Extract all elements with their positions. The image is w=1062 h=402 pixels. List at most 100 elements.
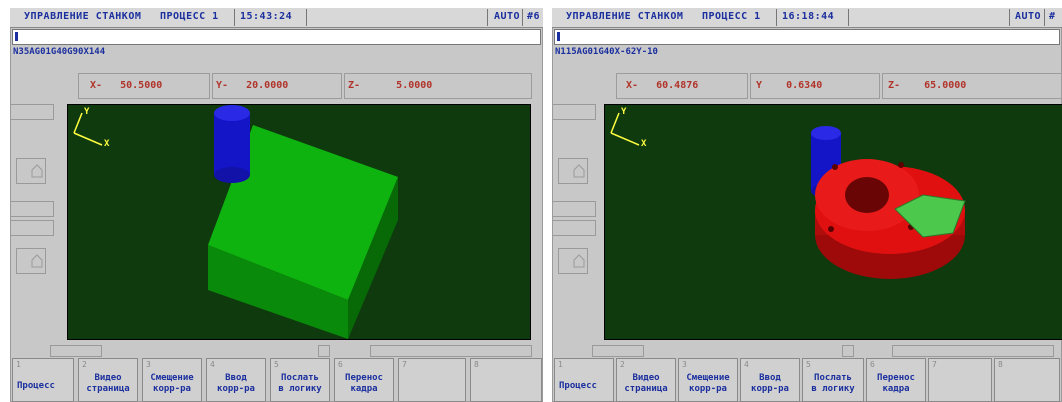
status-cell — [318, 345, 330, 357]
fkey-number: 1 — [558, 360, 563, 369]
app-title: УПРАВЛЕНИЕ СТАНКОМ — [24, 11, 142, 22]
fkey-label: Процесс — [559, 381, 597, 391]
x-coord-label: X- — [90, 80, 103, 91]
title-separator — [776, 9, 777, 26]
fkey-7[interactable]: 7 — [398, 358, 466, 402]
command-input[interactable] — [554, 29, 1060, 45]
side-button-up[interactable] — [16, 158, 46, 184]
fkey-number: 5 — [806, 360, 811, 369]
axis-x-label: X — [641, 139, 647, 149]
coordinate-readout: X- 50.5000 Y- 20.0000 Z- 5.0000 — [10, 71, 543, 101]
status-cell — [50, 345, 102, 357]
fkey-6[interactable]: 6 Перенос кадра — [334, 358, 394, 402]
title-separator — [306, 9, 307, 26]
side-button-down[interactable] — [16, 248, 46, 274]
fkey-number: 6 — [870, 360, 875, 369]
cnc-screen-left: УПРАВЛЕНИЕ СТАНКОМ ПРОЦЕСС 1 15:43:24 AU… — [10, 8, 543, 402]
command-input[interactable] — [12, 29, 541, 45]
title-separator — [848, 9, 849, 26]
title-separator — [487, 9, 488, 26]
app-title: УПРАВЛЕНИЕ СТАНКОМ — [566, 11, 684, 22]
fkey-number: 7 — [402, 360, 407, 369]
fkey-5[interactable]: 5 Послать в логику — [802, 358, 864, 402]
red-workpiece — [815, 159, 966, 279]
x-coord-value: 60.4876 — [656, 80, 699, 91]
axis-x-label: X — [104, 139, 110, 149]
status-cell — [892, 345, 1054, 357]
3d-viewport[interactable]: Y X — [604, 104, 1062, 340]
fkey-number: 6 — [338, 360, 343, 369]
fkey-3[interactable]: 3 Смещение корр-ра — [678, 358, 738, 402]
fkey-3[interactable]: 3 Смещение корр-ра — [142, 358, 202, 402]
side-tab[interactable] — [10, 104, 54, 120]
title-bar: УПРАВЛЕНИЕ СТАНКОМ ПРОЦЕСС 1 15:43:24 AU… — [10, 8, 543, 28]
fkey-label: Смещение корр-ра — [150, 373, 194, 394]
fkey-4[interactable]: 4 Ввод корр-ра — [740, 358, 800, 402]
fkey-6[interactable]: 6 Перенос кадра — [866, 358, 926, 402]
fkey-1[interactable]: 1 Процесс — [12, 358, 74, 402]
side-tab[interactable] — [552, 104, 596, 120]
3d-viewport[interactable]: Y X — [67, 104, 531, 340]
fkey-label: Перенос кадра — [877, 373, 915, 394]
y-coord-label: Y — [756, 80, 763, 91]
side-button-down[interactable] — [558, 248, 588, 274]
title-bar: УПРАВЛЕНИЕ СТАНКОМ ПРОЦЕСС 1 16:18:44 AU… — [552, 8, 1062, 28]
house-icon — [31, 164, 43, 178]
scene-graphics — [73, 105, 398, 339]
fkey-label: Видео страница — [624, 373, 668, 394]
title-separator — [522, 9, 523, 26]
scene-graphics — [610, 112, 966, 279]
side-tab[interactable] — [10, 220, 54, 236]
cnc-screen-right: УПРАВЛЕНИЕ СТАНКОМ ПРОЦЕСС 1 16:18:44 AU… — [552, 8, 1062, 402]
mode-extra: #6 — [527, 11, 541, 22]
fkey-5[interactable]: 5 Послать в логику — [270, 358, 330, 402]
axis-y-label: Y — [84, 107, 90, 117]
y-coord-value: 0.6340 — [786, 80, 823, 91]
function-key-bar: 1 Процесс 2 Видео страница 3 Смещение корр-… — [10, 358, 543, 402]
fkey-number: 5 — [274, 360, 279, 369]
house-icon — [31, 254, 43, 268]
fkey-8[interactable]: 8 — [470, 358, 542, 402]
coordinate-readout: X- 60.4876 Y 0.6340 Z- 65.0000 — [552, 71, 1062, 101]
fkey-label: Послать в логику — [278, 373, 322, 394]
fkey-2[interactable]: 2 Видео страница — [78, 358, 138, 402]
status-cell — [842, 345, 854, 357]
y-coord-label: Y- — [216, 80, 229, 91]
title-separator — [1009, 9, 1010, 26]
fkey-label: Ввод корр-ра — [751, 373, 789, 394]
mode-indicator: AUTO — [494, 11, 521, 22]
fkey-1[interactable]: 1 Процесс — [554, 358, 614, 402]
cutting-tool — [214, 105, 250, 183]
fkey-label: Смещение корр-ра — [686, 373, 730, 394]
status-strip — [10, 344, 543, 358]
fkey-number: 8 — [474, 360, 479, 369]
fkey-label: Послать в логику — [811, 373, 855, 394]
z-coord-value: 5.0000 — [396, 80, 433, 91]
program-line: N35AG01G40G90X144 — [13, 47, 106, 57]
z-coord-label: Z- — [888, 80, 901, 91]
fkey-4[interactable]: 4 Ввод корр-ра — [206, 358, 266, 402]
fkey-label: Видео страница — [86, 373, 130, 394]
fkey-number: 2 — [620, 360, 625, 369]
function-key-bar: 1 Процесс 2 Видео страница 3 Смещение корр-… — [552, 358, 1062, 402]
clock: 15:43:24 — [240, 11, 293, 22]
fkey-label: Перенос кадра — [345, 373, 383, 394]
fkey-7[interactable]: 7 — [928, 358, 992, 402]
house-icon — [573, 254, 585, 268]
process-label: ПРОЦЕСС 1 — [160, 11, 219, 22]
fkey-8[interactable]: 8 — [994, 358, 1060, 402]
z-coord-label: Z- — [348, 80, 361, 91]
side-tab[interactable] — [552, 220, 596, 236]
fkey-number: 7 — [932, 360, 937, 369]
y-coord-value: 20.0000 — [246, 80, 289, 91]
mode-indicator: AUTO — [1015, 11, 1042, 22]
side-tab[interactable] — [552, 201, 596, 217]
fkey-2[interactable]: 2 Видео страница — [616, 358, 676, 402]
fkey-number: 3 — [146, 360, 151, 369]
house-icon — [573, 164, 585, 178]
clock: 16:18:44 — [782, 11, 835, 22]
axis-y-label: Y — [621, 107, 627, 117]
fkey-number: 1 — [16, 360, 21, 369]
side-button-up[interactable] — [558, 158, 588, 184]
side-tab[interactable] — [10, 201, 54, 217]
